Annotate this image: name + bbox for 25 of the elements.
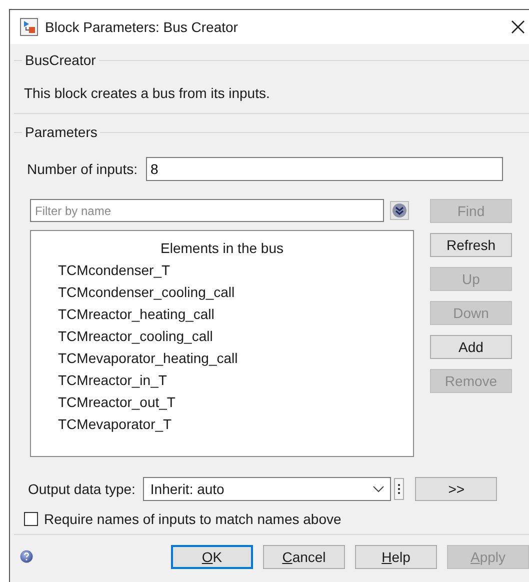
dialog-button[interactable]: Cancel bbox=[263, 544, 345, 568]
dialog-button[interactable]: OK bbox=[171, 544, 253, 568]
number-of-inputs-field[interactable]: 8 bbox=[146, 157, 502, 181]
field-label: Number of inputs: bbox=[27, 161, 138, 177]
list-item[interactable]: TCMreactor_in_T bbox=[31, 369, 413, 391]
list-item[interactable]: TCMevaporator_T bbox=[31, 413, 413, 435]
filter-field[interactable]: Filter by name bbox=[30, 199, 384, 222]
list-item[interactable]: TCMcondenser_cooling_call bbox=[31, 281, 413, 303]
data-type-assistant-button[interactable]: >> bbox=[415, 477, 498, 501]
block-description: This block creates a bus from its inputs. bbox=[24, 85, 270, 101]
field-label: Output data type: bbox=[28, 481, 136, 497]
group-title: Parameters bbox=[22, 124, 100, 140]
side-button[interactable]: Add bbox=[430, 335, 512, 359]
data-type-dropdown[interactable]: Inherit: auto bbox=[143, 477, 392, 501]
list-item[interactable]: TCMreactor_out_T bbox=[31, 391, 413, 413]
checkbox-label: Require names of inputs to match names above bbox=[44, 511, 342, 527]
dialog-button[interactable]: Help bbox=[355, 544, 437, 568]
group-title: BusCreator bbox=[22, 52, 99, 68]
list-item[interactable]: TCMevaporator_heating_call bbox=[31, 347, 413, 369]
list-item[interactable]: TCMreactor_cooling_call bbox=[31, 325, 413, 347]
window-title: Block Parameters: Bus Creator bbox=[45, 19, 239, 35]
list-item[interactable]: TCMreactor_heating_call bbox=[31, 303, 413, 325]
list-item[interactable]: TCMcondenser_T bbox=[31, 259, 413, 281]
list-heading: Elements in the bus bbox=[160, 239, 284, 258]
side-button[interactable]: Refresh bbox=[430, 233, 512, 257]
